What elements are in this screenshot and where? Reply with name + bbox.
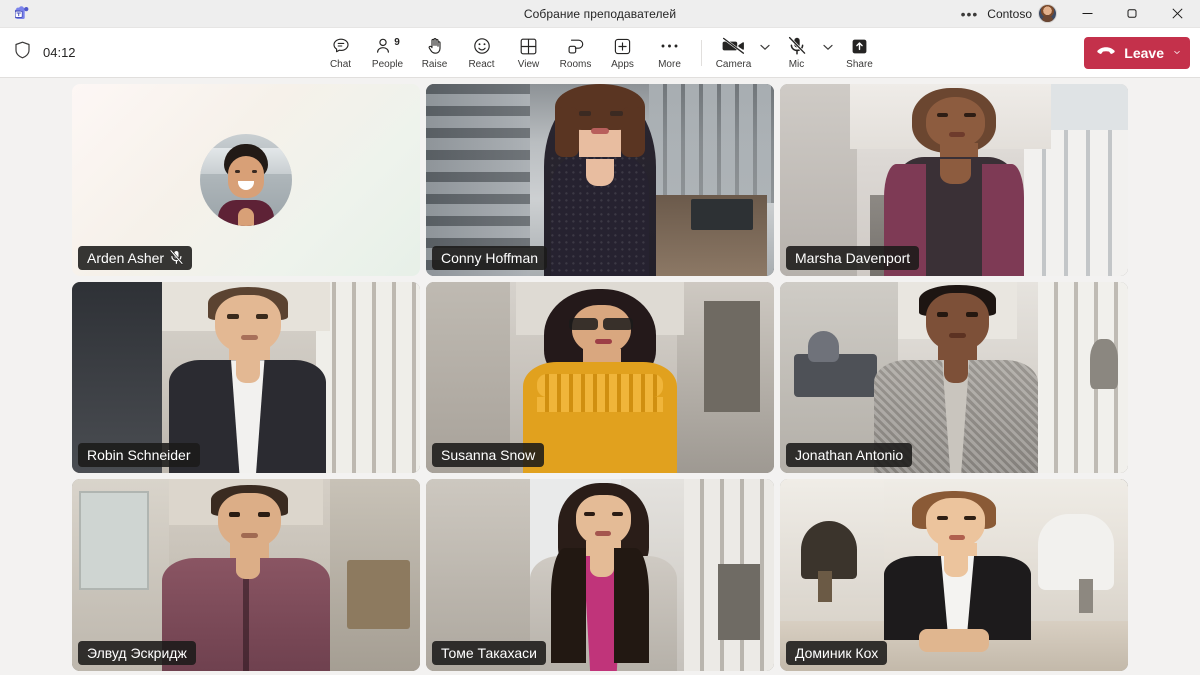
participant-name: Томе Такахаси — [441, 645, 537, 661]
apps-button[interactable]: Apps — [599, 30, 646, 76]
camera-button[interactable]: Camera — [710, 30, 757, 76]
teams-meeting-window: Собрание преподавателей ••• Contoso 04:1… — [0, 0, 1200, 675]
title-bar-right: ••• Contoso — [952, 0, 1200, 28]
more-button[interactable]: More — [646, 30, 693, 76]
mic-off-icon — [170, 250, 184, 265]
apps-label: Apps — [611, 58, 634, 70]
video-stage: Arden Asher Conny Hoffman Marsha Davenpo… — [0, 78, 1200, 675]
mic-off-icon — [787, 36, 807, 57]
camera-control[interactable]: Camera — [710, 30, 773, 76]
shield-icon — [14, 41, 31, 64]
mic-control[interactable]: Mic — [773, 30, 836, 76]
participant-name-badge: Доминик Кох — [786, 641, 888, 665]
more-ellipsis-icon — [660, 36, 679, 57]
camera-chevron-down-icon[interactable] — [757, 30, 773, 76]
camera-label: Camera — [715, 58, 752, 70]
view-label: View — [517, 58, 540, 70]
close-icon[interactable] — [1155, 0, 1200, 28]
breakout-rooms-icon — [566, 36, 585, 57]
participant-name: Conny Hoffman — [441, 249, 539, 266]
participant-name-badge: Marsha Davenport — [786, 245, 920, 270]
share-screen-icon — [850, 36, 869, 57]
rooms-label: Rooms — [559, 58, 592, 70]
restore-icon[interactable] — [1110, 0, 1155, 28]
participant-name-badge: Conny Hoffman — [432, 245, 548, 270]
participant-name: Доминик Кох — [795, 645, 879, 661]
hangup-icon — [1096, 44, 1116, 62]
view-button[interactable]: View — [505, 30, 552, 76]
toolbar-left: 04:12 — [14, 41, 76, 64]
more-label: More — [658, 58, 681, 70]
view-grid-icon — [519, 36, 538, 57]
teams-logo-icon — [0, 6, 46, 21]
meeting-timer: 04:12 — [43, 45, 76, 60]
meeting-toolbar: 04:12 Chat 9 People Raise React View Roo… — [0, 28, 1200, 78]
camera-off-icon — [721, 36, 746, 57]
chat-label: Chat — [329, 58, 352, 70]
org-name: Contoso — [987, 6, 1032, 21]
participant-tile[interactable]: Jonathan Antonio — [780, 281, 1128, 474]
participant-tile[interactable]: Marsha Davenport — [780, 84, 1128, 276]
participant-name-badge: Arden Asher — [78, 245, 193, 270]
title-bar: Собрание преподавателей ••• Contoso — [0, 0, 1200, 28]
apps-plus-icon — [613, 36, 632, 57]
toolbar-right: Leave — [1078, 36, 1190, 69]
participant-tile[interactable]: Доминик Кох — [780, 479, 1128, 671]
avatar[interactable] — [1038, 4, 1057, 23]
raise-hand-icon — [425, 36, 445, 57]
participant-name-badge: Robin Schneider — [78, 443, 200, 468]
leave-label: Leave — [1124, 44, 1164, 61]
participant-tile[interactable]: Arden Asher — [72, 84, 420, 276]
react-smiley-icon — [472, 36, 492, 57]
participant-tile[interactable]: Susanna Snow — [426, 281, 774, 474]
toolbar-center: Chat 9 People Raise React View Rooms App… — [0, 30, 1200, 76]
raise-hand-button[interactable]: Raise — [411, 30, 458, 76]
react-button[interactable]: React — [458, 30, 505, 76]
react-label: React — [468, 58, 495, 70]
people-count-badge: 9 — [394, 36, 400, 48]
raise-hand-label: Raise — [421, 58, 448, 70]
participant-name: Элвуд Эскридж — [87, 645, 187, 661]
chat-button[interactable]: Chat — [317, 30, 364, 76]
share-button[interactable]: Share — [836, 30, 883, 76]
participant-name-badge: Jonathan Antonio — [786, 443, 913, 468]
leave-chevron-down-icon[interactable] — [1174, 49, 1188, 56]
participant-tile[interactable]: Conny Hoffman — [426, 84, 774, 276]
people-button[interactable]: 9 People — [364, 30, 411, 76]
participant-grid: Arden Asher Conny Hoffman Marsha Davenpo… — [72, 84, 1128, 671]
participant-name-badge: Томе Такахаси — [432, 641, 546, 665]
participant-name-badge: Элвуд Эскридж — [78, 641, 196, 665]
leave-button[interactable]: Leave — [1084, 36, 1190, 69]
mic-chevron-down-icon[interactable] — [820, 30, 836, 76]
participant-name: Robin Schneider — [87, 447, 191, 464]
mic-button[interactable]: Mic — [773, 30, 820, 76]
toolbar-divider — [701, 39, 702, 66]
people-icon: 9 — [375, 36, 400, 57]
participant-name: Susanna Snow — [441, 447, 536, 464]
participant-name-badge: Susanna Snow — [432, 443, 545, 468]
people-label: People — [371, 58, 404, 70]
participant-name: Jonathan Antonio — [795, 447, 904, 464]
participant-tile[interactable]: Томе Такахаси — [426, 479, 774, 671]
share-label: Share — [846, 58, 873, 70]
participant-name: Arden Asher — [87, 249, 165, 266]
participant-tile[interactable]: Элвуд Эскридж — [72, 479, 420, 671]
minimize-icon[interactable] — [1065, 0, 1110, 28]
participant-tile[interactable]: Robin Schneider — [72, 281, 420, 474]
mic-label: Mic — [788, 58, 805, 70]
chat-icon — [331, 36, 351, 57]
title-overflow-menu-icon[interactable]: ••• — [952, 7, 988, 21]
rooms-button[interactable]: Rooms — [552, 30, 599, 76]
participant-name: Marsha Davenport — [795, 249, 911, 266]
